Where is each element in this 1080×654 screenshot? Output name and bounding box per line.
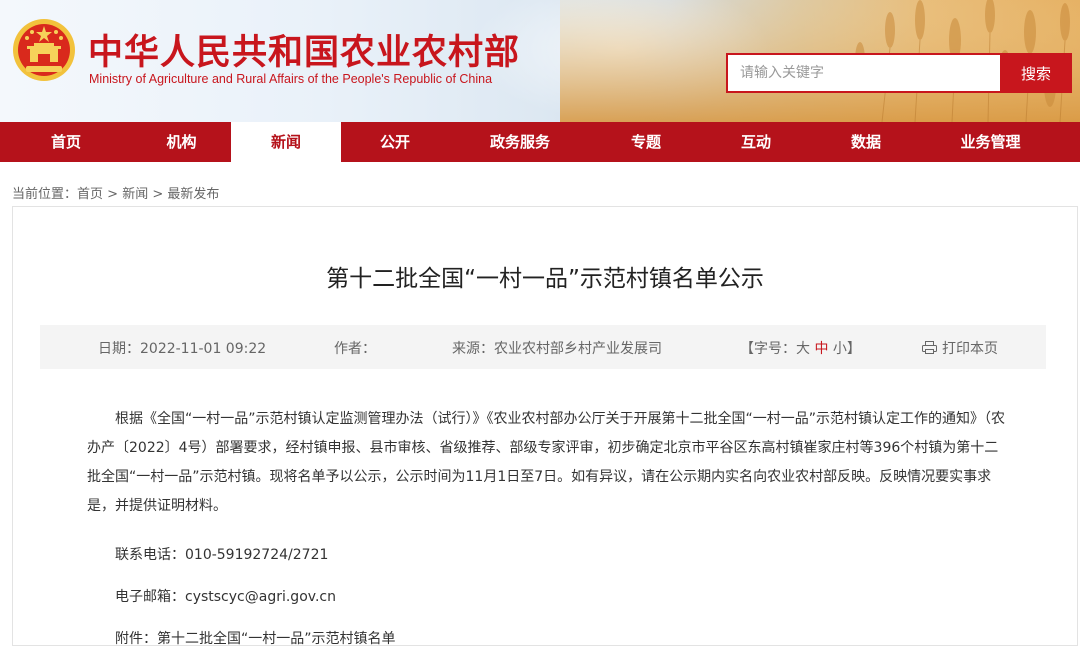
font-size-control: 【字号：大 中 小】: [740, 338, 861, 358]
font-size-small-button[interactable]: 小: [833, 341, 847, 357]
print-label: 打印本页: [942, 341, 998, 357]
phone-value: 010-59192724/2721: [185, 547, 329, 563]
breadcrumb-item-home[interactable]: 首页: [77, 187, 103, 202]
site-title-cn: 中华人民共和国农业农村部: [88, 32, 521, 73]
nav-item-public[interactable]: 公开: [341, 122, 449, 162]
meta-author-label: 作者：: [334, 341, 376, 357]
font-size-close: 】: [846, 341, 861, 357]
breadcrumb-separator: >: [103, 187, 123, 202]
main-nav: 首页 机构 新闻 公开 政务服务 专题 互动 数据 业务管理: [0, 122, 1080, 162]
font-size-medium-button[interactable]: 中: [814, 341, 828, 357]
breadcrumb-prefix: 当前位置：: [12, 187, 78, 202]
nav-item-news[interactable]: 新闻: [231, 122, 341, 162]
email-label: 电子邮箱：: [115, 589, 185, 605]
breadcrumb-item-latest[interactable]: 最新发布: [167, 187, 219, 202]
breadcrumb-item-news[interactable]: 新闻: [122, 187, 148, 202]
meta-date: 日期：2022-11-01 09:22: [98, 338, 266, 358]
meta-author: 作者：: [334, 338, 376, 358]
printer-icon: [922, 341, 937, 354]
nav-item-business[interactable]: 业务管理: [921, 122, 1060, 162]
article-paragraph: 根据《全国“一村一品”示范村镇认定监测管理办法（试行）》《农业农村部办公厅关于开…: [87, 411, 1006, 514]
email-value: cystscyc@agri.gov.cn: [185, 589, 336, 605]
nav-item-organization[interactable]: 机构: [132, 122, 231, 162]
phone-label: 联系电话：: [115, 547, 185, 563]
print-button[interactable]: 打印本页: [922, 338, 998, 358]
breadcrumb-separator: >: [148, 187, 168, 202]
nav-item-gov-services[interactable]: 政务服务: [449, 122, 591, 162]
nav-item-topics[interactable]: 专题: [591, 122, 701, 162]
national-emblem-icon: [13, 19, 75, 81]
site-header: 中华人民共和国农业农村部 Ministry of Agriculture and…: [0, 0, 1080, 122]
meta-date-value: 2022-11-01 09:22: [140, 341, 267, 357]
nav-item-data[interactable]: 数据: [811, 122, 921, 162]
article-meta-bar: 日期：2022-11-01 09:22 作者： 来源：农业农村部乡村产业发展司 …: [40, 325, 1046, 369]
search-box: [726, 53, 1002, 93]
article-panel: 第十二批全国“一村一品”示范村镇名单公示 日期：2022-11-01 09:22…: [12, 206, 1078, 647]
attachment-label: 附件：: [115, 631, 157, 647]
nav-item-home[interactable]: 首页: [0, 122, 132, 162]
meta-source: 来源：农业农村部乡村产业发展司: [452, 338, 662, 358]
nav-item-interaction[interactable]: 互动: [701, 122, 811, 162]
site-title-en: Ministry of Agriculture and Rural Affair…: [89, 72, 493, 86]
font-size-label: 【字号：: [740, 341, 796, 357]
meta-source-value: 农业农村部乡村产业发展司: [494, 341, 662, 357]
search-button[interactable]: 搜索: [1000, 53, 1072, 93]
meta-date-label: 日期：: [98, 341, 140, 357]
contact-phone: 联系电话：010-59192724/2721: [87, 541, 1007, 570]
search-input[interactable]: [728, 55, 1000, 91]
breadcrumb: 当前位置：首页 > 新闻 > 最新发布: [12, 183, 219, 202]
meta-source-label: 来源：: [452, 341, 494, 357]
attachment-link[interactable]: 第十二批全国“一村一品”示范村镇名单: [157, 631, 396, 647]
article-title: 第十二批全国“一村一品”示范村镇名单公示: [326, 266, 764, 292]
font-size-large-button[interactable]: 大: [796, 341, 810, 357]
article-body: 根据《全国“一村一品”示范村镇认定监测管理办法（试行）》《农业农村部办公厅关于开…: [87, 405, 1007, 654]
contact-email: 电子邮箱：cystscyc@agri.gov.cn: [87, 583, 1007, 612]
